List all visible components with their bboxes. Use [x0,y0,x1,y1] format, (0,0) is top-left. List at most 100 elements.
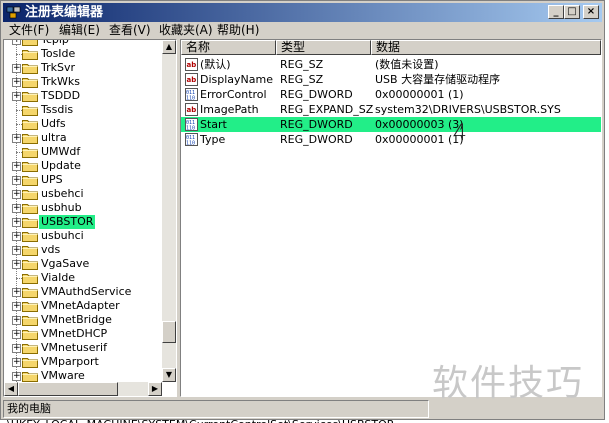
expand-icon[interactable]: + [12,92,21,101]
menu-file[interactable]: 文件(F) [9,23,49,38]
expand-icon[interactable]: + [12,190,21,199]
value-row[interactable]: ab ImagePath REG_EXPAND_SZ system32\DRIVERS… [181,102,601,117]
tree-item[interactable]: + VMnetDHCP [4,327,164,341]
tree-item[interactable]: + VMAuthdService [4,285,164,299]
tree-horizontal-scrollbar[interactable]: ◀ ▶ [4,382,162,396]
tree-item-selected[interactable]: + USBSTOR [4,215,164,229]
folder-icon [22,146,38,158]
value-data: 0x00000003 (3) [375,118,464,131]
scroll-thumb[interactable] [162,321,176,343]
expand-icon[interactable]: + [12,204,21,213]
tree-item-label: usbuhci [41,229,84,242]
tree-item-label: ultra [41,131,67,144]
folder-icon [22,356,38,368]
tree-item[interactable]: + TrkSvr [4,61,164,75]
svg-text:ab: ab [187,61,197,69]
tree-item[interactable]: + TrkWks [4,75,164,89]
tree-item[interactable]: + ultra [4,131,164,145]
folder-icon [22,258,38,270]
tree-item[interactable]: + Update [4,159,164,173]
value-type: REG_DWORD [280,118,353,131]
tree-item-label: TrkSvr [41,61,76,74]
values-list[interactable]: 名称 类型 数据 ab (默认) REG_SZ (数值未设置) ab DisplayNam… [180,39,602,397]
column-data-header[interactable]: 数据 [371,40,601,55]
value-row[interactable]: ab (默认) REG_SZ (数值未设置) [181,57,601,72]
tree-item-label: TosIde [41,47,76,60]
menu-view[interactable]: 查看(V) [109,23,151,38]
tree-item[interactable]: + usbuhci [4,229,164,243]
title-bar[interactable]: 注册表编辑器 _ □ × [3,3,602,22]
tree-vertical-scrollbar[interactable]: ▲ ▼ [162,40,176,382]
tree-item[interactable]: + UPS [4,173,164,187]
scroll-down-button[interactable]: ▼ [162,368,176,382]
expand-icon[interactable]: + [12,358,21,367]
expand-icon[interactable]: + [12,330,21,339]
tree-item[interactable]: + TSDDD [4,89,164,103]
scroll-up-button[interactable]: ▲ [162,40,176,54]
maximize-button[interactable]: □ [564,5,580,19]
expand-icon[interactable]: + [12,246,21,255]
folder-icon [22,342,38,354]
expand-icon[interactable]: + [12,316,21,325]
menu-edit[interactable]: 编辑(E) [59,23,100,38]
dword-value-icon: 011 110 [185,118,198,132]
expand-icon[interactable]: + [12,372,21,381]
expand-icon[interactable]: + [12,260,21,269]
tree-item[interactable]: Udfs [4,117,164,131]
tree-item-label: usbhub [41,201,82,214]
value-name: ImagePath [200,103,259,116]
menu-help[interactable]: 帮助(H) [217,23,259,38]
tree-item[interactable]: ViaIde [4,271,164,285]
folder-icon [22,244,38,256]
close-button[interactable]: × [583,5,599,19]
value-row[interactable]: ab DisplayName REG_SZ USB 大容量存储驱动程序 [181,72,601,87]
expand-icon[interactable]: + [12,162,21,171]
menu-favorites[interactable]: 收藏夹(A) [159,23,213,38]
expand-icon[interactable]: + [12,288,21,297]
expand-icon[interactable]: + [12,78,21,87]
tree-item-label: usbehci [41,187,84,200]
value-type: REG_EXPAND_SZ [280,103,374,116]
tree-item[interactable]: + VMnetBridge [4,313,164,327]
value-name: Type [200,133,226,146]
tree-item[interactable]: TosIde [4,47,164,61]
tree-item[interactable]: + vds [4,243,164,257]
folder-icon [22,104,38,116]
tree-item[interactable]: UMWdf [4,145,164,159]
hscroll-thumb[interactable] [18,382,118,396]
expand-icon[interactable]: + [12,64,21,73]
watermark-text: 软件技巧 [432,363,585,404]
expand-icon[interactable]: + [12,40,21,45]
value-row[interactable]: 011 110 Start REG_DWORD 0x00000003 (3) [181,117,601,132]
expand-icon[interactable]: + [12,176,21,185]
tree-item[interactable]: + VMparport [4,355,164,369]
tree-item[interactable]: + Tcpip [4,40,164,47]
folder-icon [22,230,38,242]
tree-item[interactable]: + VgaSave [4,257,164,271]
menu-bar: 文件(F) 编辑(E) 查看(V) 收藏夹(A) 帮助(H) [3,22,602,39]
column-name-header[interactable]: 名称 [181,40,276,55]
value-row[interactable]: 011 110 ErrorControl REG_DWORD 0x00000001 (1… [181,87,601,102]
tree-item[interactable]: + usbhub [4,201,164,215]
minimize-button[interactable]: _ [548,5,564,19]
scroll-left-button[interactable]: ◀ [4,382,18,396]
scroll-right-button[interactable]: ▶ [148,382,162,396]
folder-icon [22,132,38,144]
expand-icon[interactable]: + [12,232,21,241]
expand-icon[interactable]: + [12,218,21,227]
tree-item[interactable]: Tssdis [4,103,164,117]
expand-icon[interactable]: + [12,134,21,143]
tree-item[interactable]: + VMware [4,369,164,383]
tree-item[interactable]: + VMnetuserif [4,341,164,355]
column-type-header[interactable]: 类型 [276,40,371,55]
folder-icon [22,48,38,60]
expand-icon[interactable]: + [12,344,21,353]
value-type: REG_DWORD [280,88,353,101]
expand-icon[interactable]: + [12,302,21,311]
column-headers: 名称 类型 数据 [181,40,601,55]
tree-item[interactable]: + VMnetAdapter [4,299,164,313]
key-tree[interactable]: + Tcpip TosIde + TrkSvr + TrkWks + TSDDD Tssdis Ud… [3,39,177,397]
tree-item[interactable]: + usbehci [4,187,164,201]
folder-icon [22,286,38,298]
value-row[interactable]: 011 110 Type REG_DWORD 0x00000001 (1) [181,132,601,147]
